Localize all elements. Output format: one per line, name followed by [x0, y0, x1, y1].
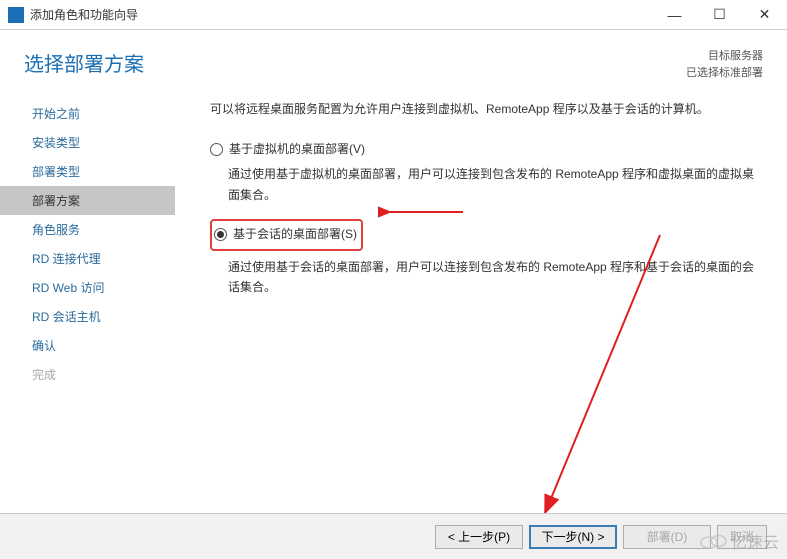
sidebar-item-label: 完成: [32, 368, 56, 382]
app-icon: [8, 7, 24, 23]
sidebar-item-install-type[interactable]: 安装类型: [0, 128, 175, 157]
sidebar-item-rd-web[interactable]: RD Web 访问: [0, 273, 175, 302]
radio-vm-desc: 通过使用基于虚拟机的桌面部署，用户可以连接到包含发布的 RemoteApp 程序…: [228, 164, 765, 205]
content-area: 可以将远程桌面服务配置为允许用户连接到虚拟机、RemoteApp 程序以及基于会…: [175, 91, 787, 521]
window-controls: — ☐ ✕: [652, 0, 787, 30]
radio-icon-checked: [214, 228, 227, 241]
sidebar-item-label: 角色服务: [32, 223, 80, 237]
page-title: 选择部署方案: [24, 48, 686, 77]
prev-button[interactable]: < 上一步(P): [435, 525, 523, 549]
content-intro: 可以将远程桌面服务配置为允许用户连接到虚拟机、RemoteApp 程序以及基于会…: [210, 99, 765, 121]
sidebar-item-label: RD Web 访问: [32, 281, 104, 295]
maximize-button[interactable]: ☐: [697, 0, 742, 30]
next-button[interactable]: 下一步(N) >: [529, 525, 617, 549]
cancel-button: 取消: [717, 525, 767, 549]
sidebar-item-label: 部署类型: [32, 165, 80, 179]
footer-bar: < 上一步(P) 下一步(N) > 部署(D) 取消: [0, 513, 787, 559]
sidebar-item-role-services[interactable]: 角色服务: [0, 215, 175, 244]
radio-label: 基于虚拟机的桌面部署(V): [229, 139, 365, 161]
sidebar-item-before-begin[interactable]: 开始之前: [0, 99, 175, 128]
main-area: 开始之前 安装类型 部署类型 部署方案 角色服务 RD 连接代理 RD Web …: [0, 91, 787, 521]
radio-vm-based[interactable]: 基于虚拟机的桌面部署(V): [210, 139, 765, 161]
radio-label: 基于会话的桌面部署(S): [233, 224, 357, 246]
sidebar-item-label: 开始之前: [32, 107, 80, 121]
highlight-box: 基于会话的桌面部署(S): [210, 219, 363, 251]
minimize-button[interactable]: —: [652, 0, 697, 30]
sidebar-item-label: 安装类型: [32, 136, 80, 150]
titlebar: 添加角色和功能向导 — ☐ ✕: [0, 0, 787, 30]
sidebar-item-rd-session-host[interactable]: RD 会话主机: [0, 302, 175, 331]
sidebar: 开始之前 安装类型 部署类型 部署方案 角色服务 RD 连接代理 RD Web …: [0, 91, 175, 521]
target-label: 目标服务器: [686, 48, 763, 65]
sidebar-item-deploy-plan[interactable]: 部署方案: [0, 186, 175, 215]
header: 选择部署方案 目标服务器 已选择标准部署: [0, 30, 787, 91]
radio-icon-unchecked: [210, 143, 223, 156]
sidebar-item-label: 确认: [32, 339, 56, 353]
radio-session-desc: 通过使用基于会话的桌面部署，用户可以连接到包含发布的 RemoteApp 程序和…: [228, 257, 765, 298]
sidebar-item-label: RD 会话主机: [32, 310, 101, 324]
close-button[interactable]: ✕: [742, 0, 787, 30]
sidebar-item-label: RD 连接代理: [32, 252, 101, 266]
sidebar-item-rd-broker[interactable]: RD 连接代理: [0, 244, 175, 273]
sidebar-item-complete: 完成: [0, 360, 175, 389]
sidebar-item-deploy-type[interactable]: 部署类型: [0, 157, 175, 186]
window-title: 添加角色和功能向导: [30, 6, 652, 23]
sidebar-item-confirm[interactable]: 确认: [0, 331, 175, 360]
sidebar-item-label: 部署方案: [32, 194, 80, 208]
target-info: 目标服务器 已选择标准部署: [686, 48, 763, 81]
deploy-button: 部署(D): [623, 525, 711, 549]
radio-session-based[interactable]: 基于会话的桌面部署(S): [214, 224, 357, 246]
target-value: 已选择标准部署: [686, 65, 763, 82]
